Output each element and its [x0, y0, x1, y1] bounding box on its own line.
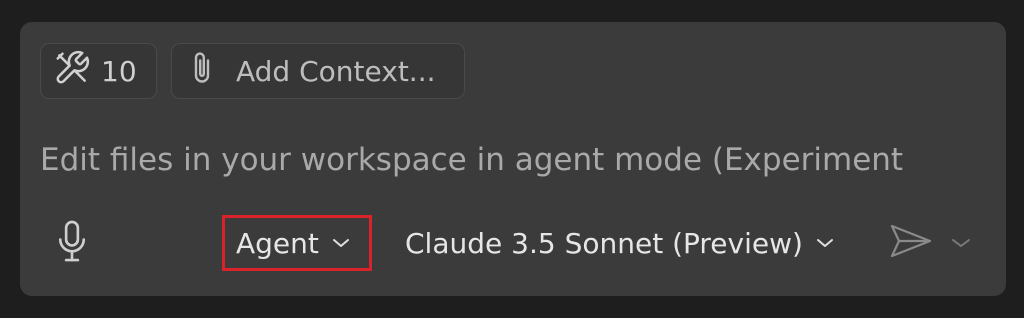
chat-input-field[interactable]: Edit files in your workspace in agent mo…: [40, 138, 988, 182]
chevron-down-icon: [815, 237, 835, 249]
tools-button[interactable]: 10: [40, 43, 157, 99]
send-button[interactable]: [888, 222, 934, 264]
send-icon: [889, 222, 933, 264]
chevron-down-icon: [331, 237, 351, 249]
microphone-icon: [57, 219, 87, 267]
model-dropdown[interactable]: Claude 3.5 Sonnet (Preview): [405, 218, 855, 268]
add-context-button[interactable]: Add Context...: [171, 43, 465, 99]
add-context-label: Add Context...: [236, 54, 436, 88]
chevron-down-icon: [950, 234, 972, 253]
chat-input-panel: 10 Add Context... Edit files in your wor…: [20, 22, 1006, 296]
tools-count: 10: [101, 54, 137, 88]
mode-label: Agent: [236, 226, 319, 260]
microphone-button[interactable]: [52, 219, 92, 267]
mode-dropdown[interactable]: Agent: [222, 215, 372, 271]
model-label: Claude 3.5 Sonnet (Preview): [405, 226, 803, 260]
send-options-dropdown[interactable]: [948, 232, 974, 254]
paperclip-icon: [190, 50, 214, 93]
tools-icon: [53, 49, 91, 94]
